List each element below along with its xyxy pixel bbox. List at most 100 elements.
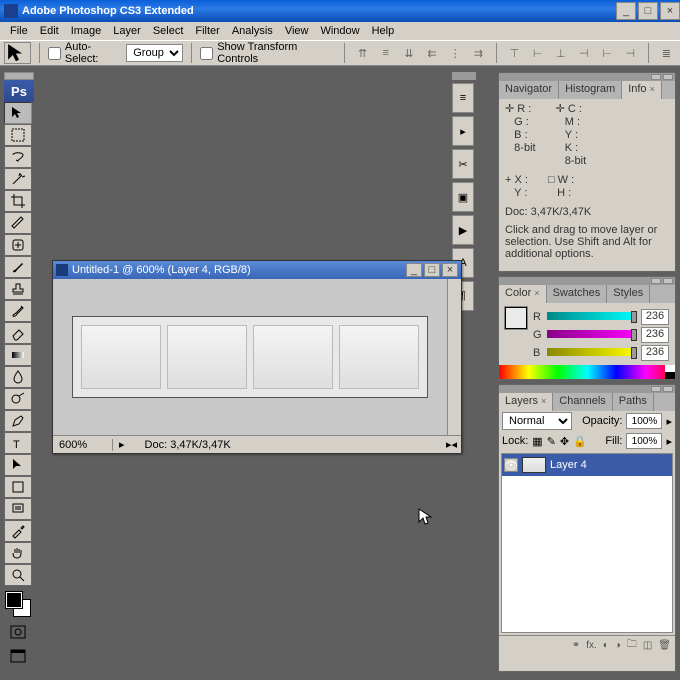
gradient-tool[interactable] [4,344,32,366]
menu-view[interactable]: View [279,23,315,39]
menu-help[interactable]: Help [366,23,401,39]
move-tool[interactable] [4,102,32,124]
delete-icon[interactable]: 🗑 [658,640,671,651]
lasso-tool[interactable] [4,146,32,168]
dock-grip[interactable] [452,72,476,80]
doc-minimize-button[interactable]: _ [406,263,422,277]
maximize-button[interactable]: □ [638,2,658,20]
lock-trans-icon[interactable]: ▦ [532,435,542,448]
autoselect-checkbox[interactable] [48,47,61,60]
distribute-vcenter-icon[interactable]: ⊢ [528,43,547,63]
shape-tool[interactable] [4,476,32,498]
close-button[interactable]: × [660,2,680,20]
dock-layercomps-icon[interactable]: ▣ [452,182,474,212]
doc-vscrollbar[interactable] [447,279,461,435]
fill-flyout-icon[interactable]: ▸ [666,435,672,448]
layer-row[interactable]: 👁 Layer 4 [502,454,672,476]
distribute-left-icon[interactable]: ⊣ [574,43,593,63]
align-top-icon[interactable]: ⇈ [353,43,372,63]
dock-brushes-icon[interactable]: ≡ [452,83,474,113]
zoom-tool[interactable] [4,564,32,586]
color-spectrum[interactable] [499,365,675,379]
layer-list[interactable]: 👁 Layer 4 [501,453,673,633]
tab-layers[interactable]: Layers× [499,393,553,411]
current-tool-icon[interactable] [4,42,31,64]
status-flyout-icon[interactable]: ▸ [113,438,131,451]
tab-histogram[interactable]: Histogram [559,81,622,99]
visibility-icon[interactable]: 👁 [504,458,518,472]
type-tool[interactable]: T [4,432,32,454]
tab-styles[interactable]: Styles [607,285,650,303]
layer-thumb[interactable] [522,457,546,473]
menu-image[interactable]: Image [65,23,108,39]
menu-file[interactable]: File [4,23,34,39]
history-brush-tool[interactable] [4,300,32,322]
eyedropper-tool[interactable] [4,520,32,542]
slider-b[interactable] [547,348,637,358]
screenmode-button[interactable] [4,646,32,666]
mask-icon[interactable]: ◐ [603,640,609,651]
eraser-tool[interactable] [4,322,32,344]
blend-mode-dropdown[interactable]: Normal [502,412,572,430]
canvas-area[interactable] [53,279,447,435]
slider-g[interactable] [547,330,637,340]
doc-close-button[interactable]: × [442,263,458,277]
doc-maximize-button[interactable]: □ [424,263,440,277]
opacity-input[interactable] [626,413,662,429]
lock-paint-icon[interactable]: ✎ [547,435,556,448]
healing-tool[interactable] [4,234,32,256]
marquee-tool[interactable] [4,124,32,146]
color-swatch[interactable] [505,307,527,329]
opacity-flyout-icon[interactable]: ▸ [666,415,672,428]
lock-move-icon[interactable]: ✥ [560,435,569,448]
dock-actions-icon[interactable]: ▶ [452,215,474,245]
adjustment-icon[interactable]: ◑ [615,640,621,651]
align-right-icon[interactable]: ⇉ [469,43,488,63]
value-r[interactable]: 236 [641,309,669,325]
slider-r[interactable] [547,312,637,322]
showtransform-checkbox[interactable] [200,47,213,60]
tab-navigator[interactable]: Navigator [499,81,559,99]
distribute-bottom-icon[interactable]: ⊥ [551,43,570,63]
stamp-tool[interactable] [4,278,32,300]
align-hcenter-icon[interactable]: ⋮ [446,43,465,63]
tab-paths[interactable]: Paths [613,393,654,411]
slice-tool[interactable] [4,212,32,234]
brush-tool[interactable] [4,256,32,278]
align-bottom-icon[interactable]: ⇊ [399,43,418,63]
pen-tool[interactable] [4,410,32,432]
fill-input[interactable] [626,433,662,449]
menu-window[interactable]: Window [314,23,365,39]
dodge-tool[interactable] [4,388,32,410]
dock-clone-icon[interactable]: ▸ [452,116,474,146]
canvas[interactable] [72,316,428,398]
toolbox-grip[interactable] [4,72,34,80]
dock-toolpresets-icon[interactable]: ✂ [452,149,474,179]
wand-tool[interactable] [4,168,32,190]
zoom-field[interactable]: 600% [53,439,113,451]
arrange-icon[interactable]: ≣ [657,43,676,63]
align-vcenter-icon[interactable]: ≡ [376,43,395,63]
menu-filter[interactable]: Filter [189,23,225,39]
align-left-icon[interactable]: ⇇ [423,43,442,63]
crop-tool[interactable] [4,190,32,212]
status-arrow-icon[interactable]: ▸◂ [442,438,461,451]
menu-analysis[interactable]: Analysis [226,23,279,39]
tab-swatches[interactable]: Swatches [547,285,608,303]
distribute-right-icon[interactable]: ⊣ [621,43,640,63]
path-select-tool[interactable] [4,454,32,476]
group-icon[interactable]: 🗀 [627,637,637,654]
notes-tool[interactable] [4,498,32,520]
lock-all-icon[interactable]: 🔒 [573,435,587,448]
color-panel-grip[interactable] [499,277,675,285]
color-wells[interactable] [4,590,32,618]
blur-tool[interactable] [4,366,32,388]
tab-info[interactable]: Info× [622,81,662,99]
new-layer-icon[interactable]: ◫ [643,640,652,651]
document-titlebar[interactable]: Untitled-1 @ 600% (Layer 4, RGB/8) _ □ × [53,261,461,279]
distribute-hcenter-icon[interactable]: ⊢ [598,43,617,63]
value-g[interactable]: 236 [641,327,669,343]
info-panel-grip[interactable] [499,73,675,81]
autoselect-dropdown[interactable]: Group [126,44,183,62]
distribute-top-icon[interactable]: ⊤ [505,43,524,63]
